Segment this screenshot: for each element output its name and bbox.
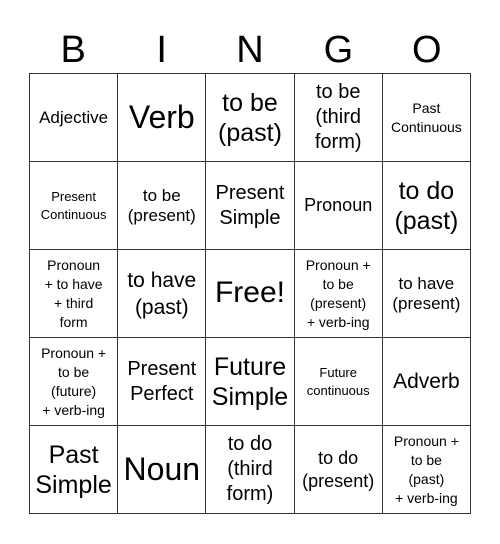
cell-text: Pronoun + to be (future) + verb-ing [41,344,107,418]
bingo-cell[interactable]: Past Simple [30,426,119,514]
header-letter-i: I [156,29,167,71]
cell-text: Adjective [39,107,109,127]
header-letter-n: N [236,29,264,71]
bingo-cell[interactable]: to do (third form) [206,426,295,514]
cell-text: Pronoun + to be (past) + verb-ing [393,432,459,506]
cell-text: to have (present) [392,273,461,313]
bingo-cell[interactable]: Present Simple [206,162,295,250]
bingo-cell[interactable]: Present Continuous [30,162,119,250]
bingo-cell[interactable]: Adverb [382,338,471,426]
bingo-cell[interactable]: to be (present) [118,162,207,250]
bingo-cell[interactable]: Verb [118,74,207,162]
cell-text: to do (past) [394,176,459,235]
bingo-cell[interactable]: Future Simple [206,338,295,426]
cell-text: to be (past) [218,88,282,147]
header-letter-b: B [60,29,86,71]
free-space[interactable]: Free! [206,250,295,338]
bingo-cell[interactable]: Pronoun + to be (present) + verb-ing [294,250,383,338]
bingo-cell[interactable]: to be (third form) [294,74,383,162]
bingo-cell[interactable]: Pronoun + to be (future) + verb-ing [30,338,119,426]
bingo-header: B I N G O [29,28,471,72]
bingo-cell[interactable]: to have (past) [118,250,207,338]
bingo-cell[interactable]: Pronoun + to be (past) + verb-ing [382,426,471,514]
cell-text: Pronoun + to be (present) + verb-ing [305,256,371,330]
bingo-cell[interactable]: Adjective [30,74,119,162]
bingo-cell[interactable]: to do (present) [294,426,383,514]
bingo-board: Adjective Verb to be (past) to be (third… [29,73,471,514]
cell-text: to be (third form) [314,81,362,153]
bingo-cell[interactable]: Future continuous [294,338,383,426]
bingo-cell[interactable]: Pronoun [294,162,383,250]
free-space-label: Free! [214,276,285,310]
cell-text: Present Simple [215,181,285,229]
cell-text: Present Continuous [40,188,107,222]
cell-text: Past Simple [35,440,112,499]
bingo-cell[interactable]: Present Perfect [118,338,207,426]
cell-text: to do (third form) [226,433,274,505]
cell-text: to do (present) [302,447,375,491]
cell-text: Adverb [393,370,460,393]
cell-text: Verb [128,99,195,136]
cell-text: Future Simple [211,352,289,411]
bingo-cell[interactable]: to do (past) [382,162,471,250]
cell-text: to have (past) [127,268,197,319]
bingo-cell[interactable]: Noun [118,426,207,514]
cell-text: Pronoun [304,195,373,215]
header-letter-o: O [412,29,442,71]
cell-text: Present Perfect [127,357,197,405]
bingo-cell[interactable]: Pronoun + to have + third form [30,250,119,338]
cell-text: Future continuous [306,364,370,398]
bingo-cell[interactable]: Past Continuous [382,74,471,162]
cell-text: Noun [123,451,201,488]
bingo-cell[interactable]: to be (past) [206,74,295,162]
cell-text: to be (present) [127,185,196,225]
cell-text: Past Continuous [390,99,462,135]
header-letter-g: G [323,29,354,71]
bingo-cell[interactable]: to have (present) [382,250,471,338]
cell-text: Pronoun + to have + third form [44,256,103,330]
